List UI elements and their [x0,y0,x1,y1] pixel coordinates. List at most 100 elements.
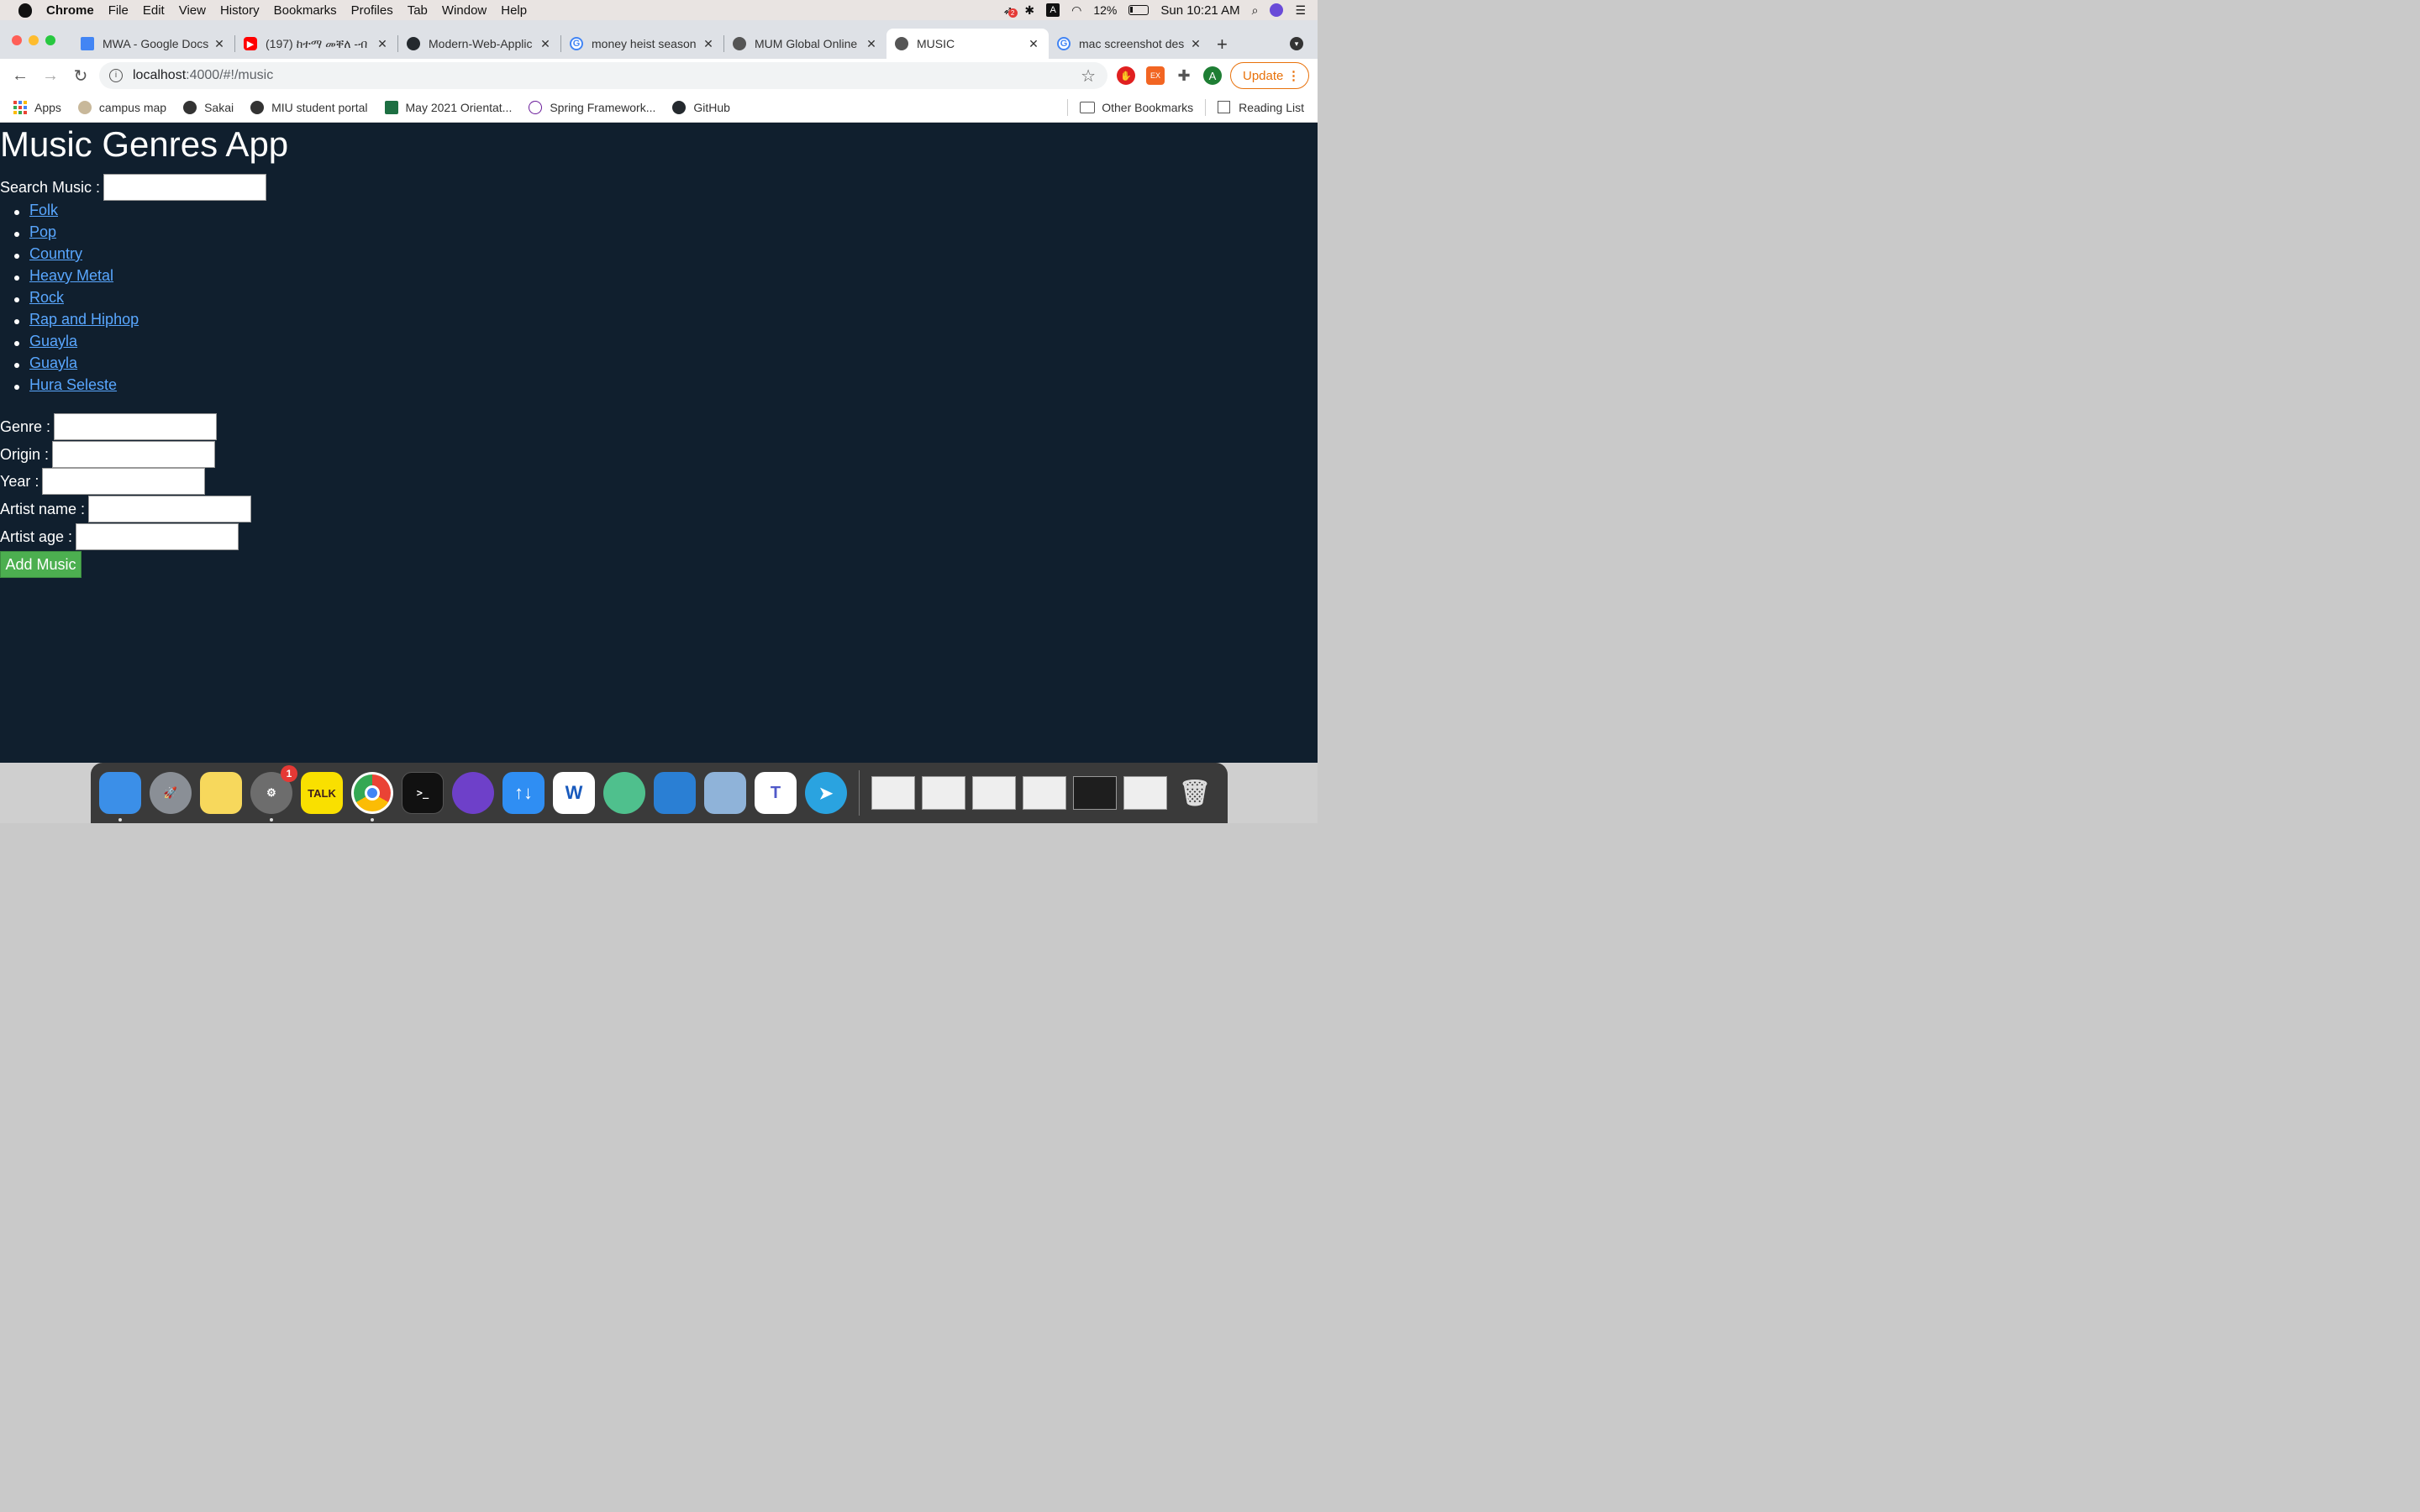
adblock-extension-icon[interactable]: ✋ [1117,66,1135,85]
new-tab-icon[interactable]: + [1217,34,1228,55]
battery-percent[interactable]: 12% [1093,3,1117,17]
notes-icon[interactable] [200,772,242,814]
close-tab-icon[interactable]: ✕ [213,37,226,51]
ex-extension-icon[interactable]: EX [1146,66,1165,85]
close-tab-icon[interactable]: ✕ [702,37,715,51]
other-bookmarks[interactable]: Other Bookmarks [1080,101,1193,114]
input-source-icon[interactable]: A [1046,3,1060,17]
minimize-window-button[interactable] [29,35,39,45]
system-preferences-icon[interactable]: ⚙ 1 [250,765,297,822]
bookmark-campus-map[interactable]: campus map [77,100,166,114]
genre-link-guayla[interactable]: Guayla [29,333,77,349]
minimized-window[interactable] [972,776,1016,810]
genre-link-country[interactable]: Country [29,245,82,262]
close-tab-icon[interactable]: ✕ [539,37,552,51]
year-input[interactable] [42,468,206,495]
genre-link-guayla-2[interactable]: Guayla [29,354,77,371]
close-window-button[interactable] [12,35,22,45]
reload-icon[interactable]: ↻ [66,66,96,87]
origin-input[interactable] [52,441,216,468]
close-tab-icon[interactable]: ✕ [1027,37,1040,51]
minimized-window[interactable] [1123,776,1167,810]
control-center-icon[interactable]: ☰ [1295,3,1306,18]
minimized-window[interactable] [1023,776,1066,810]
artist-age-input[interactable] [76,523,239,550]
minimized-window[interactable] [922,776,965,810]
menu-bookmarks[interactable]: Bookmarks [274,3,337,18]
telegram-icon[interactable]: ➤ [805,772,847,814]
word-icon[interactable]: W [553,772,595,814]
preview-icon[interactable] [704,772,746,814]
artist-name-input[interactable] [88,496,252,522]
genre-link-heavy-metal[interactable]: Heavy Metal [29,267,113,284]
menu-window[interactable]: Window [442,3,487,18]
tab-google-search-money-heist[interactable]: G money heist season ✕ [561,29,723,59]
bluetooth-icon[interactable]: ✱ [1024,3,1034,18]
bookmark-orientation[interactable]: May 2021 Orientat... [384,100,512,114]
minimized-window[interactable] [871,776,915,810]
genre-link-pop[interactable]: Pop [29,223,56,240]
menu-app-name[interactable]: Chrome [46,3,94,18]
more-menu-icon: ⋮ [1287,69,1300,83]
bookmark-star-icon[interactable]: ☆ [1081,66,1096,87]
genre-input[interactable] [54,413,218,440]
trash-icon[interactable]: 🗑 [1174,772,1216,814]
forward-icon[interactable]: → [35,66,66,86]
genre-link-hura-seleste[interactable]: Hura Seleste [29,376,117,393]
menu-edit[interactable]: Edit [143,3,165,18]
notification-status-icon[interactable]: ➶ 2 [1003,3,1018,18]
bookmark-github[interactable]: GitHub [672,100,730,114]
wifi-icon[interactable]: ◠ [1071,3,1081,18]
tab-title: (197) ከተማ መቐለ -ብ [266,36,368,50]
minimized-window[interactable] [1073,776,1117,810]
launchpad-icon[interactable]: 🚀 [150,772,192,814]
bookmark-apps[interactable]: Apps [13,100,61,114]
bookmark-label: GitHub [693,100,730,114]
bookmark-miu-portal[interactable]: MIU student portal [250,100,368,114]
menu-tab[interactable]: Tab [408,3,428,18]
genre-link-rock[interactable]: Rock [29,289,64,306]
menu-history[interactable]: History [220,3,260,18]
add-music-button[interactable]: Add Music [0,551,82,578]
transporter-icon[interactable]: ↑↓ [502,772,544,814]
tab-github-repo[interactable]: Modern-Web-Applic ✕ [398,29,560,59]
maximize-window-button[interactable] [45,35,55,45]
atom-icon[interactable] [603,772,645,814]
menu-view[interactable]: View [179,3,206,18]
siri-icon[interactable] [1270,3,1284,17]
update-button[interactable]: Update ⋮ [1230,62,1309,89]
menu-file[interactable]: File [108,3,129,18]
tab-google-search-mac-screenshot[interactable]: G mac screenshot des ✕ [1049,29,1211,59]
tab-mwa-docs[interactable]: MWA - Google Docs ✕ [72,29,234,59]
bookmark-sakai[interactable]: Sakai [183,100,234,114]
bookmark-spring[interactable]: Spring Framework... [529,100,655,114]
apple-icon[interactable] [18,3,32,18]
address-bar[interactable]: i localhost:4000/#!/music ☆ [99,62,1107,89]
extensions-puzzle-icon[interactable]: ✚ [1175,66,1193,85]
clock[interactable]: Sun 10:21 AM [1160,3,1239,18]
close-tab-icon[interactable]: ✕ [376,37,389,51]
search-music-input[interactable] [103,174,267,201]
tab-music-active[interactable]: MUSIC ✕ [886,29,1049,59]
close-tab-icon[interactable]: ✕ [1189,37,1202,51]
tab-mum-global[interactable]: MUM Global Online ✕ [724,29,886,59]
menu-profiles[interactable]: Profiles [351,3,393,18]
github-desktop-icon[interactable] [452,772,494,814]
teams-icon[interactable]: T [755,772,797,814]
site-info-icon[interactable]: i [109,69,123,82]
close-tab-icon[interactable]: ✕ [865,37,878,51]
back-icon[interactable]: ← [5,66,35,86]
genre-link-folk[interactable]: Folk [29,202,58,218]
kakaotalk-icon[interactable]: TALK [301,772,343,814]
vscode-icon[interactable] [654,772,696,814]
profile-avatar[interactable]: A [1203,66,1222,85]
tab-youtube[interactable]: ▶ (197) ከተማ መቐለ -ብ ✕ [235,29,397,59]
chrome-icon[interactable] [351,772,393,822]
tab-search-icon[interactable]: ▾ [1290,37,1303,50]
finder-icon[interactable] [99,772,141,822]
reading-list[interactable]: Reading List [1218,101,1304,114]
terminal-icon[interactable]: >_ [402,772,444,814]
genre-link-rap-hiphop[interactable]: Rap and Hiphop [29,311,139,328]
menu-help[interactable]: Help [501,3,527,18]
spotlight-search-icon[interactable]: ⌕ [1252,3,1259,18]
